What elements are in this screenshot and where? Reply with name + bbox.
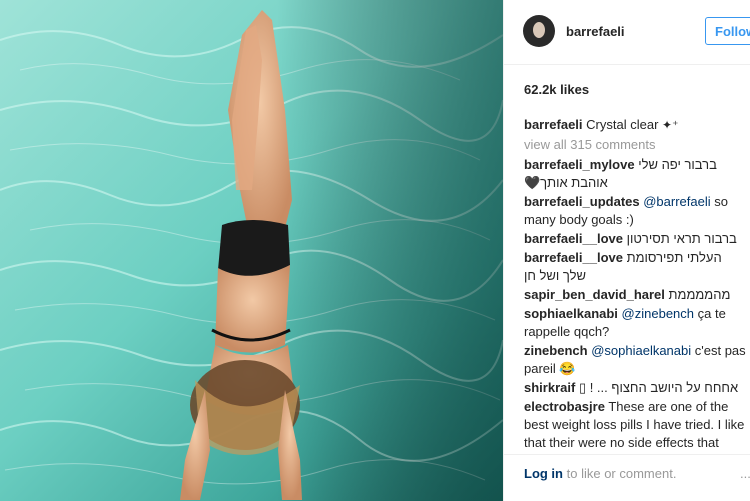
comment-username[interactable]: barrefaeli_mylove: [524, 157, 635, 172]
instagram-post-view: barrefaeli Follow 62.2k likes barrefaeli…: [0, 0, 750, 501]
comment-item: sophiaelkanabi @zinebench ça te rappelle…: [524, 305, 748, 341]
comment-username[interactable]: sophiaelkanabi: [524, 306, 618, 321]
comment-item: barrefaeli__love העלתי תפירסומת שלך ושל …: [524, 249, 748, 285]
comment-mention[interactable]: @barrefaeli: [643, 194, 710, 209]
more-options-icon[interactable]: ...: [740, 466, 750, 481]
likes-count[interactable]: 62.2k likes: [524, 82, 589, 97]
caption-username[interactable]: barrefaeli: [524, 117, 583, 132]
swimmer-in-pool-image: [0, 0, 503, 501]
comment-mention[interactable]: @zinebench: [622, 306, 694, 321]
comment-item: barrefaeli__love ברבור תראי תסירטון: [524, 230, 748, 248]
comment-item: zinebench @sophiaelkanabi c'est pas pare…: [524, 342, 748, 378]
login-link[interactable]: Log in: [524, 466, 563, 481]
comment-username[interactable]: sapir_ben_david_harel: [524, 287, 665, 302]
comment-username[interactable]: barrefaeli_updates: [524, 194, 640, 209]
post-photo[interactable]: [0, 0, 503, 501]
comments-list: barrefaeli_mylove ברבור יפה שלי אוהבת או…: [524, 156, 748, 471]
post-footer: Log in to like or comment. ...: [504, 454, 750, 501]
comment-item: shirkraif אחחח על היושב החצוף ... ! ▯: [524, 379, 748, 397]
comment-mention[interactable]: @sophiaelkanabi: [591, 343, 691, 358]
login-prompt-text: to like or comment.: [566, 466, 677, 481]
login-prompt: Log in to like or comment.: [524, 466, 676, 481]
comment-item: barrefaeli_mylove ברבור יפה שלי אוהבת או…: [524, 156, 748, 192]
comment-username[interactable]: zinebench: [524, 343, 588, 358]
caption-text: Crystal clear: [586, 117, 659, 132]
follow-button[interactable]: Follow: [705, 17, 750, 45]
comment-item: sapir_ben_david_harel מהממממת: [524, 286, 748, 304]
comment-username[interactable]: barrefaeli__love: [524, 250, 623, 265]
post-caption: barrefaeli Crystal clear ✦⁺: [524, 116, 746, 134]
comment-item: barrefaeli_updates @barrefaeli so many b…: [524, 193, 748, 229]
post-username[interactable]: barrefaeli: [566, 24, 625, 39]
comment-username[interactable]: electrobasjre: [524, 399, 605, 414]
avatar-face-icon: [533, 22, 545, 38]
comment-text: אחחח על היושב החצוף ... ! ▯: [578, 380, 739, 395]
avatar[interactable]: [523, 15, 555, 47]
view-all-comments-link[interactable]: view all 315 comments: [524, 137, 656, 152]
sparkles-icon: ✦⁺: [662, 118, 679, 132]
comment-text: מהממממת: [668, 287, 731, 302]
post-header: barrefaeli Follow: [504, 0, 750, 65]
post-side-panel: barrefaeli Follow 62.2k likes barrefaeli…: [503, 0, 750, 501]
comment-username[interactable]: barrefaeli__love: [524, 231, 623, 246]
comment-text: ברבור תראי תסירטון: [626, 231, 737, 246]
comment-username[interactable]: shirkraif: [524, 380, 575, 395]
